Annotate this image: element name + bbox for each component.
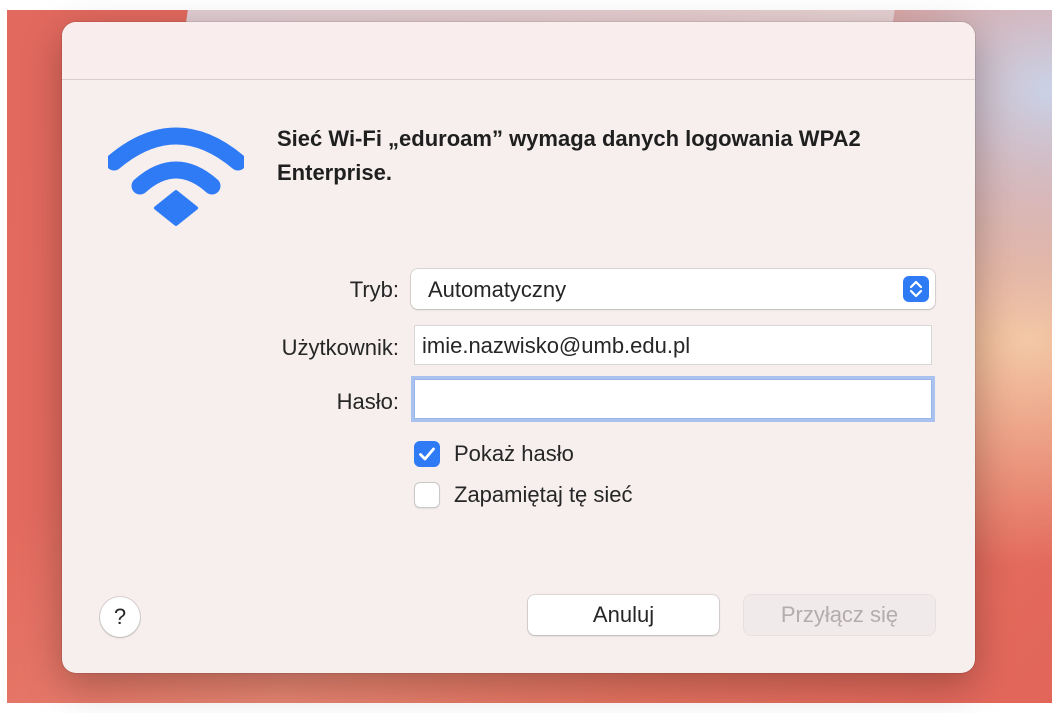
username-field[interactable]: imie.nazwisko@umb.edu.pl — [414, 325, 932, 365]
dialog-heading: Sieć Wi-Fi „eduroam” wymaga danych logow… — [277, 126, 861, 185]
password-label: Hasło: — [336, 389, 399, 414]
wifi-icon — [108, 127, 244, 226]
checkmark-icon — [419, 447, 435, 461]
remember-network-label[interactable]: Zapamiętaj tę sieć — [454, 482, 633, 508]
mode-label: Tryb: — [349, 277, 399, 302]
remember-network-checkbox[interactable] — [414, 482, 440, 508]
mode-select-value: Automatyczny — [428, 277, 567, 302]
username-label: Użytkownik: — [281, 335, 399, 360]
updown-chevron-icon — [903, 276, 929, 302]
wifi-login-dialog: Sieć Wi-Fi „eduroam” wymaga danych logow… — [62, 22, 975, 673]
mode-select[interactable]: Automatyczny — [411, 269, 935, 309]
show-password-checkbox[interactable] — [414, 441, 440, 467]
dialog-titlebar — [62, 22, 975, 80]
show-password-label[interactable]: Pokaż hasło — [454, 441, 574, 467]
help-button[interactable]: ? — [100, 597, 140, 637]
password-field[interactable] — [414, 379, 932, 419]
username-value: imie.nazwisko@umb.edu.pl — [422, 333, 691, 358]
connect-button[interactable]: Przyłącz się — [744, 595, 935, 635]
cancel-button[interactable]: Anuluj — [528, 595, 719, 635]
